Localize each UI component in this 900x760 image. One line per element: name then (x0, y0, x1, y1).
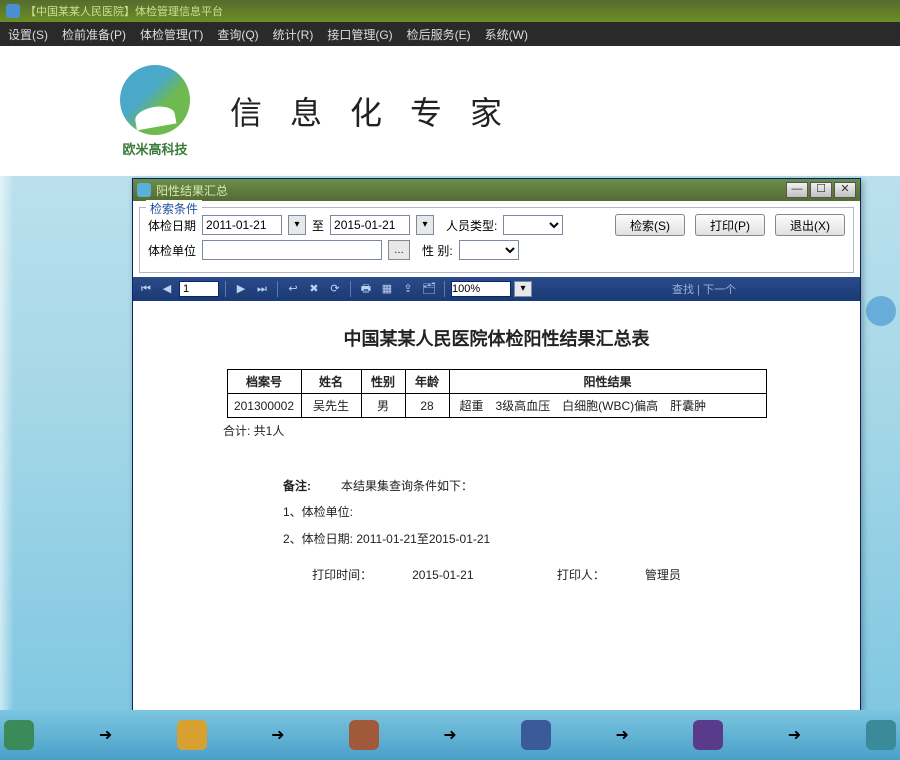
page-number-input[interactable] (179, 281, 219, 297)
stop-icon[interactable]: ✖ (305, 280, 323, 298)
print-time-label: 打印时间： (312, 568, 372, 582)
cell-name: 吴先生 (301, 394, 361, 418)
zoom-input[interactable] (451, 281, 511, 297)
print-icon[interactable]: 🖶 (357, 280, 375, 298)
dialog-titlebar[interactable]: 阳性结果汇总 ― ☐ ✕ (133, 179, 860, 201)
remark-line-1: 1、体检单位: (283, 499, 830, 525)
back-icon[interactable]: ↩ (284, 280, 302, 298)
cell-result: 超重 3级高血压 白细胞(WBC)偏高 肝囊肿 (449, 394, 766, 418)
logo-icon (120, 65, 190, 135)
remarks-block: 备注: 本结果集查询条件如下： 1、体检单位: 2、体检日期: 2011-01-2… (283, 473, 830, 552)
date-from-input[interactable] (202, 215, 282, 235)
arrow-icon: ➜ (616, 725, 629, 745)
menu-exam-manage[interactable]: 体检管理(T) (140, 26, 203, 43)
print-info: 打印时间： 2015-01-21 打印人： 管理员 (163, 566, 830, 583)
date-to-picker-button[interactable]: ▾ (416, 215, 434, 235)
maximize-button[interactable]: ☐ (810, 182, 832, 198)
dialog-title: 阳性结果汇总 (156, 182, 228, 199)
tree-icon[interactable]: 🗂 (420, 280, 438, 298)
gender-select[interactable] (459, 240, 519, 260)
zoom-dropdown-button[interactable]: ▾ (514, 281, 532, 297)
logo-caption: 欧米高科技 (120, 139, 190, 158)
banner-title: 信息化专家 (230, 88, 530, 134)
task-icon-1[interactable] (0, 715, 39, 755)
search-criteria-group: 检索条件 体检日期 ▾ 至 ▾ 人员类型: 检索(S) 打印(P) 退出(X) … (139, 207, 854, 273)
print-button[interactable]: 打印(P) (695, 214, 765, 236)
unit-lookup-button[interactable]: … (388, 240, 410, 260)
print-time: 2015-01-21 (412, 568, 473, 582)
right-nav-node[interactable] (866, 296, 896, 326)
next-page-icon[interactable]: ▶ (232, 280, 250, 298)
menu-pre-exam[interactable]: 检前准备(P) (62, 26, 126, 43)
positive-results-dialog: 阳性结果汇总 ― ☐ ✕ 检索条件 体检日期 ▾ 至 ▾ 人员类型: 检索(S)… (132, 178, 861, 711)
date-label: 体检日期 (148, 217, 196, 234)
menu-system[interactable]: 系统(W) (485, 26, 528, 43)
task-icon-2[interactable] (172, 715, 211, 755)
unit-input[interactable] (202, 240, 382, 260)
app-icon (6, 4, 20, 18)
remark-line-2: 2、体检日期: 2011-01-21至2015-01-21 (283, 526, 830, 552)
report-table: 档案号 姓名 性别 年龄 阳性结果 201300002 吴先生 男 28 超重 … (227, 369, 767, 418)
prev-page-icon[interactable]: ◀ (158, 280, 176, 298)
left-decorative-strip (0, 176, 14, 710)
main-window-title: 【中国某某人民医院】体检管理信息平台 (25, 3, 223, 19)
gender-label: 性 别: (422, 242, 453, 259)
arrow-icon: ➜ (788, 725, 801, 745)
col-result: 阳性结果 (449, 370, 766, 394)
table-row: 201300002 吴先生 男 28 超重 3级高血压 白细胞(WBC)偏高 肝… (227, 394, 766, 418)
report-page: 中国某某人民医院体检阳性结果汇总表 档案号 姓名 性别 年龄 阳性结果 2013… (133, 301, 860, 721)
total-line: 合计: 共1人 (223, 422, 830, 439)
main-menu-bar: 设置(S) 检前准备(P) 体检管理(T) 查询(Q) 统计(R) 接口管理(G… (0, 22, 900, 46)
bottom-task-strip: ➜ ➜ ➜ ➜ ➜ (0, 710, 900, 760)
col-id: 档案号 (227, 370, 301, 394)
task-icon-5[interactable] (689, 715, 728, 755)
col-name: 姓名 (301, 370, 361, 394)
task-icon-3[interactable] (344, 715, 383, 755)
last-page-icon[interactable]: ⏭ (253, 280, 271, 298)
printer: 管理员 (645, 568, 681, 582)
task-icon-6[interactable] (861, 715, 900, 755)
date-to-input[interactable] (330, 215, 410, 235)
criteria-legend: 检索条件 (146, 200, 202, 217)
arrow-icon: ➜ (99, 725, 112, 745)
minimize-button[interactable]: ― (786, 182, 808, 198)
main-window-titlebar: 【中国某某人民医院】体检管理信息平台 (0, 0, 900, 22)
menu-settings[interactable]: 设置(S) (8, 26, 48, 43)
remarks-label: 备注: (283, 479, 311, 493)
export-icon[interactable]: ⇪ (399, 280, 417, 298)
menu-statistics[interactable]: 统计(R) (273, 26, 314, 43)
layout-icon[interactable]: ▦ (378, 280, 396, 298)
find-nav-text[interactable]: 查找 | 下一个 (672, 281, 736, 297)
unit-label: 体检单位 (148, 242, 196, 259)
report-toolbar: ⏮ ◀ ▶ ⏭ ↩ ✖ ⟳ 🖶 ▦ ⇪ 🗂 ▾ 查找 | 下一个 (133, 277, 860, 301)
col-age: 年龄 (405, 370, 449, 394)
remarks-intro: 本结果集查询条件如下： (341, 479, 473, 493)
task-icon-4[interactable] (517, 715, 556, 755)
cell-gender: 男 (361, 394, 405, 418)
report-title: 中国某某人民医院体检阳性结果汇总表 (163, 325, 830, 351)
arrow-icon: ➜ (443, 725, 456, 745)
table-header-row: 档案号 姓名 性别 年龄 阳性结果 (227, 370, 766, 394)
menu-interface[interactable]: 接口管理(G) (327, 26, 392, 43)
refresh-icon[interactable]: ⟳ (326, 280, 344, 298)
arrow-icon: ➜ (271, 725, 284, 745)
cell-age: 28 (405, 394, 449, 418)
dialog-icon (137, 183, 151, 197)
logo: 欧米高科技 (120, 65, 190, 158)
exit-button[interactable]: 退出(X) (775, 214, 845, 236)
person-type-label: 人员类型: (446, 217, 497, 234)
menu-query[interactable]: 查询(Q) (217, 26, 258, 43)
right-nav-strip (862, 176, 900, 710)
menu-post-exam[interactable]: 检后服务(E) (407, 26, 471, 43)
printer-label: 打印人： (557, 568, 605, 582)
first-page-icon[interactable]: ⏮ (137, 280, 155, 298)
col-gender: 性别 (361, 370, 405, 394)
person-type-select[interactable] (503, 215, 563, 235)
banner: 欧米高科技 信息化专家 (0, 46, 900, 176)
cell-id: 201300002 (227, 394, 301, 418)
close-button[interactable]: ✕ (834, 182, 856, 198)
date-from-picker-button[interactable]: ▾ (288, 215, 306, 235)
date-to-label: 至 (312, 217, 324, 234)
search-button[interactable]: 检索(S) (615, 214, 685, 236)
